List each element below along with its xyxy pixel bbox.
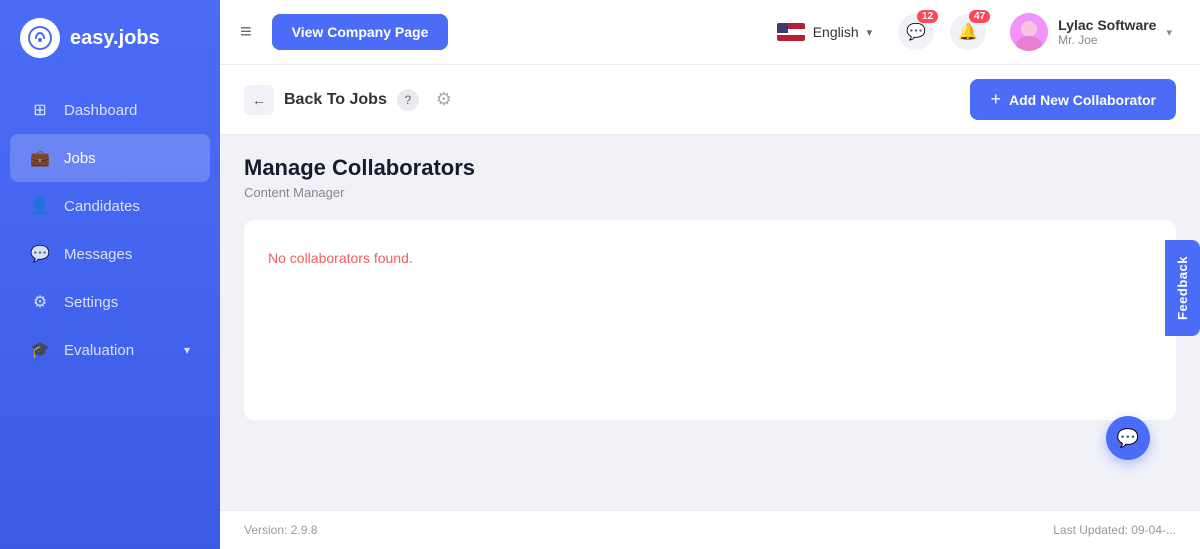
settings-icon: ⚙ <box>30 292 50 312</box>
sidebar-item-label: Jobs <box>64 150 96 167</box>
feedback-button[interactable]: Feedback <box>1165 240 1200 336</box>
page-header-bar: ← Back To Jobs ? ⚙ + Add New Collaborato… <box>220 65 1200 135</box>
sidebar-nav: ⊞ Dashboard 💼 Jobs 👤 Candidates 💬 Messag… <box>0 86 220 374</box>
notifications-button[interactable]: 🔔 47 <box>950 14 986 50</box>
sidebar-item-jobs[interactable]: 💼 Jobs <box>10 134 210 182</box>
chevron-down-icon: ▾ <box>184 343 190 357</box>
back-label: Back To Jobs <box>284 91 387 109</box>
version-text: Version: 2.9.8 <box>244 523 317 537</box>
header: ≡ View Company Page English ▾ 💬 12 🔔 47 <box>220 0 1200 65</box>
alerts-badge: 47 <box>969 10 990 23</box>
message-icon: 💬 <box>906 22 926 42</box>
sidebar-item-label: Evaluation <box>64 342 134 359</box>
add-collaborator-label: Add New Collaborator <box>1009 92 1156 108</box>
evaluation-icon: 🎓 <box>30 340 50 360</box>
logo-text: easy.jobs <box>70 27 160 50</box>
chat-icon: 💬 <box>1117 428 1139 449</box>
title-section: Manage Collaborators Content Manager <box>220 135 1200 210</box>
sidebar-item-label: Settings <box>64 294 118 311</box>
help-icon[interactable]: ? <box>397 89 419 111</box>
page-subtitle: Content Manager <box>244 185 1176 200</box>
messages-badge: 12 <box>917 10 938 23</box>
dashboard-icon: ⊞ <box>30 100 50 120</box>
sidebar-item-messages[interactable]: 💬 Messages <box>0 230 220 278</box>
sidebar-item-candidates[interactable]: 👤 Candidates <box>0 182 220 230</box>
arrow-left-icon: ← <box>252 92 266 108</box>
plus-icon: + <box>990 89 1001 110</box>
logo[interactable]: easy.jobs <box>0 0 220 76</box>
chevron-down-icon: ▾ <box>867 26 873 39</box>
menu-icon[interactable]: ≡ <box>240 21 252 44</box>
sidebar-item-evaluation[interactable]: 🎓 Evaluation ▾ <box>0 326 220 374</box>
back-button[interactable]: ← <box>244 85 274 115</box>
no-results-message: No collaborators found. <box>268 250 1152 266</box>
back-section: ← Back To Jobs ? ⚙ <box>244 85 459 115</box>
language-selector[interactable]: English ▾ <box>767 17 882 47</box>
main-content: ≡ View Company Page English ▾ 💬 12 🔔 47 <box>220 0 1200 549</box>
collaborators-card: No collaborators found. <box>244 220 1176 420</box>
candidates-icon: 👤 <box>30 196 50 216</box>
user-name: Lylac Software <box>1058 17 1156 33</box>
chevron-down-icon: ▾ <box>1166 26 1172 39</box>
jobs-icon: 💼 <box>30 148 50 168</box>
view-company-button[interactable]: View Company Page <box>272 14 449 50</box>
page-title: Manage Collaborators <box>244 155 1176 181</box>
logo-icon <box>20 18 60 58</box>
settings-gear-icon[interactable]: ⚙ <box>429 85 459 115</box>
sidebar-item-label: Candidates <box>64 198 140 215</box>
avatar <box>1010 13 1048 51</box>
flag-icon <box>777 23 805 41</box>
user-role: Mr. Joe <box>1058 33 1156 47</box>
chat-button[interactable]: 💬 <box>1106 416 1150 460</box>
add-collaborator-button[interactable]: + Add New Collaborator <box>970 79 1176 120</box>
feedback-wrapper: Feedback <box>1165 240 1200 336</box>
footer: Version: 2.9.8 Last Updated: 09-04-... <box>220 510 1200 549</box>
last-updated-text: Last Updated: 09-04-... <box>1053 523 1176 537</box>
user-profile[interactable]: Lylac Software Mr. Joe ▾ <box>1002 9 1180 55</box>
sidebar-item-dashboard[interactable]: ⊞ Dashboard <box>0 86 220 134</box>
messages-button[interactable]: 💬 12 <box>898 14 934 50</box>
messages-icon: 💬 <box>30 244 50 264</box>
user-info: Lylac Software Mr. Joe <box>1058 17 1156 47</box>
sidebar-item-label: Messages <box>64 246 132 263</box>
language-text: English <box>813 24 859 40</box>
content-area: ← Back To Jobs ? ⚙ + Add New Collaborato… <box>220 65 1200 510</box>
sidebar: easy.jobs ⊞ Dashboard 💼 Jobs 👤 Candidate… <box>0 0 220 549</box>
bell-icon: 🔔 <box>958 22 978 42</box>
sidebar-item-settings[interactable]: ⚙ Settings <box>0 278 220 326</box>
sidebar-item-label: Dashboard <box>64 102 137 119</box>
